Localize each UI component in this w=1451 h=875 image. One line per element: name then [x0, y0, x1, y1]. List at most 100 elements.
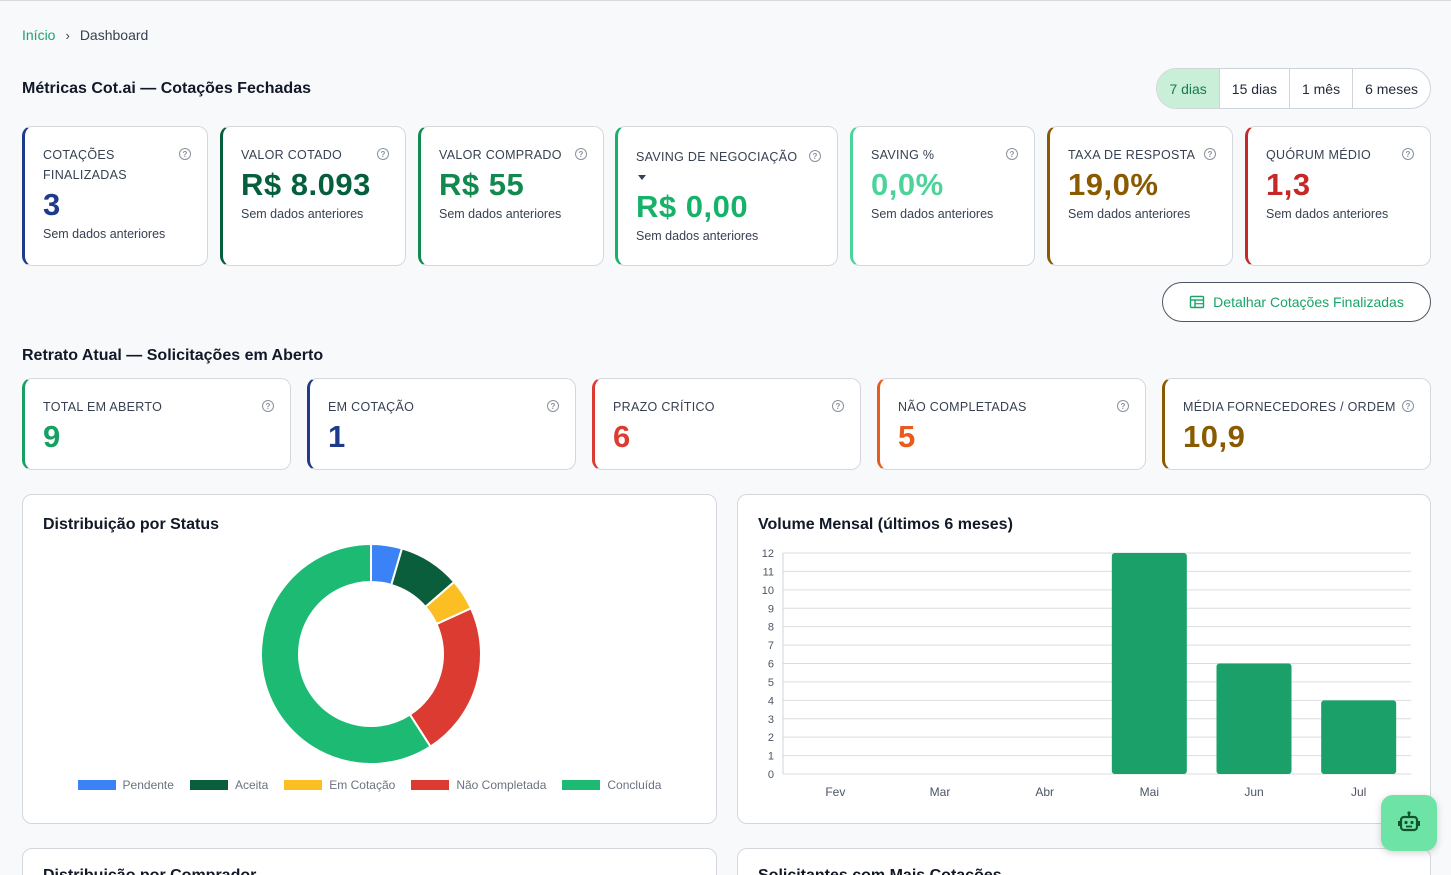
metric-value: 1	[328, 419, 346, 454]
help-icon[interactable]: ?	[1402, 148, 1414, 160]
metric-value: 3	[43, 187, 61, 222]
metric-label: Saving de Negociação	[636, 150, 798, 164]
monthly-volume-bar-chart: 0123456789101112Fev Mar Abr Mai Jun Jul	[762, 548, 1411, 799]
help-icon[interactable]: ?	[575, 148, 587, 160]
metric-value: 5	[898, 419, 916, 454]
y-tick-label: 8	[768, 622, 774, 634]
metric-card-quorum-medio: Quórum Médio ? 1,3 Sem dados anteriores	[1245, 126, 1431, 266]
help-icon[interactable]: ?	[832, 400, 844, 412]
range-7-days[interactable]: 7 dias	[1157, 69, 1219, 108]
help-icon[interactable]: ?	[1006, 148, 1018, 160]
panel-title: Solicitantes com Mais Cotações	[758, 867, 1002, 875]
y-tick-label: 4	[768, 695, 774, 707]
legend-label: Não Completada	[456, 778, 547, 792]
y-tick-label: 6	[768, 659, 774, 671]
open-card-media-fornecedores: Média Fornecedores / Ordem ? 10,9	[1162, 378, 1431, 470]
open-card-em-cotacao: Em Cotação ? 1	[307, 378, 576, 470]
metric-label: Valor Cotado	[241, 148, 343, 162]
metric-value: 19,0%	[1068, 167, 1159, 202]
legend-item[interactable]: Aceita	[189, 778, 268, 792]
x-tick-label: Fev	[825, 785, 845, 799]
donut-legend: Pendente Aceita Em Cotação Não Completada Co…	[23, 778, 716, 792]
donut-slice-não-completada[interactable]	[408, 606, 482, 748]
metric-card-valor-comprado: Valor Comprado ? R$ 55 Sem dados anterio…	[418, 126, 604, 266]
open-section-title: Retrato Atual — Solicitações em Aberto	[22, 347, 324, 364]
chevron-right-icon: ›	[65, 27, 70, 43]
robot-icon[interactable]	[1381, 795, 1437, 851]
metric-card-saving-percent: Saving % ? 0,0% Sem dados anteriores	[850, 126, 1035, 266]
legend-item[interactable]: Concluída	[562, 778, 661, 792]
y-tick-label: 10	[762, 585, 774, 597]
metric-card-cotacoes-finalizadas: Cotações Finalizadas ? 3 Sem dados anter…	[22, 126, 208, 266]
y-tick-label: 1	[768, 751, 774, 763]
open-card-prazo-critico: Prazo Crítico ? 6	[592, 378, 861, 470]
metric-subtext: Sem dados anteriores	[871, 207, 994, 221]
detail-button-label: Detalhar Cotações Finalizadas	[1213, 294, 1404, 310]
legend-label: Pendente	[122, 778, 174, 792]
breadcrumb: Início › Dashboard	[22, 27, 148, 43]
status-distribution-panel: Distribuição por Status Pendente Aceita Em…	[22, 494, 717, 824]
metric-label: Quórum Médio	[1266, 148, 1371, 162]
help-icon[interactable]: ?	[809, 150, 821, 162]
metric-label: Valor Comprado	[439, 148, 562, 162]
breadcrumb-home-link[interactable]: Início	[22, 27, 55, 43]
bar-jun[interactable]	[1216, 663, 1292, 775]
status-donut-chart	[260, 542, 482, 765]
y-tick-label: 11	[763, 566, 774, 578]
metric-value: R$ 8.093	[241, 167, 371, 202]
x-tick-label: Mar	[930, 785, 951, 799]
top-requesters-panel: Solicitantes com Mais Cotações	[737, 848, 1431, 875]
open-card-nao-completadas: Não Completadas ? 5	[877, 378, 1146, 470]
help-icon[interactable]: ?	[1402, 400, 1414, 412]
metric-value: R$ 0,00	[636, 189, 749, 224]
bar-jul[interactable]	[1321, 700, 1397, 774]
metric-label: Não Completadas	[898, 400, 1027, 414]
detail-closed-quotes-button[interactable]: Detalhar Cotações Finalizadas	[1162, 282, 1431, 322]
y-tick-label: 5	[768, 677, 774, 689]
closed-section-title: Métricas Cot.ai — Cotações Fechadas	[22, 80, 311, 97]
legend-swatch	[189, 780, 228, 790]
metric-value: 10,9	[1183, 419, 1246, 454]
legend-item[interactable]: Pendente	[77, 778, 174, 792]
metric-subtext: Sem dados anteriores	[439, 207, 562, 221]
caret-down-icon	[638, 175, 646, 181]
metric-label: Prazo Crítico	[613, 400, 715, 414]
range-15-days[interactable]: 15 dias	[1218, 69, 1289, 108]
metric-label: Cotações Finalizadas	[43, 148, 127, 182]
bar-mai[interactable]	[1111, 553, 1187, 774]
metric-value: 1,3	[1266, 167, 1311, 202]
metric-label-dropdown[interactable]: Saving de Negociação	[636, 147, 823, 187]
table-icon	[1189, 295, 1205, 309]
x-tick-label: Jun	[1244, 785, 1263, 799]
help-icon[interactable]: ?	[1204, 148, 1216, 160]
y-tick-label: 0	[768, 769, 774, 781]
help-icon[interactable]: ?	[179, 148, 191, 160]
help-icon[interactable]: ?	[377, 148, 389, 160]
range-1-month[interactable]: 1 mês	[1288, 69, 1352, 108]
date-range-selector: 7 dias 15 dias 1 mês 6 meses	[1156, 68, 1431, 109]
help-icon[interactable]: ?	[547, 400, 559, 412]
metric-subtext: Sem dados anteriores	[241, 207, 364, 221]
y-tick-label: 3	[768, 714, 774, 726]
y-tick-label: 7	[768, 640, 774, 652]
range-6-months[interactable]: 6 meses	[1352, 69, 1430, 108]
metric-subtext: Sem dados anteriores	[636, 229, 759, 243]
metric-label: Média Fornecedores / Ordem	[1183, 400, 1396, 414]
legend-item[interactable]: Não Completada	[411, 778, 546, 792]
metric-label: Taxa de Resposta	[1068, 148, 1196, 162]
help-icon[interactable]: ?	[262, 400, 274, 412]
metric-label: Total em Aberto	[43, 400, 163, 414]
metric-value: 0,0%	[871, 167, 944, 202]
help-icon[interactable]: ?	[1117, 400, 1129, 412]
buyer-distribution-panel: Distribuição por Comprador	[22, 848, 717, 875]
metric-value: 9	[43, 419, 61, 454]
metric-label: Em Cotação	[328, 400, 415, 414]
panel-title: Distribuição por Comprador	[43, 867, 256, 875]
top-divider	[0, 0, 1451, 3]
metric-subtext: Sem dados anteriores	[1068, 207, 1191, 221]
metric-card-saving-negociacao: Saving de Negociação ? R$ 0,00 Sem dados…	[615, 126, 838, 266]
legend-item[interactable]: Em Cotação	[284, 778, 395, 792]
y-tick-label: 2	[768, 732, 774, 744]
open-card-total-aberto: Total em Aberto ? 9	[22, 378, 291, 470]
legend-label: Concluída	[607, 778, 662, 792]
